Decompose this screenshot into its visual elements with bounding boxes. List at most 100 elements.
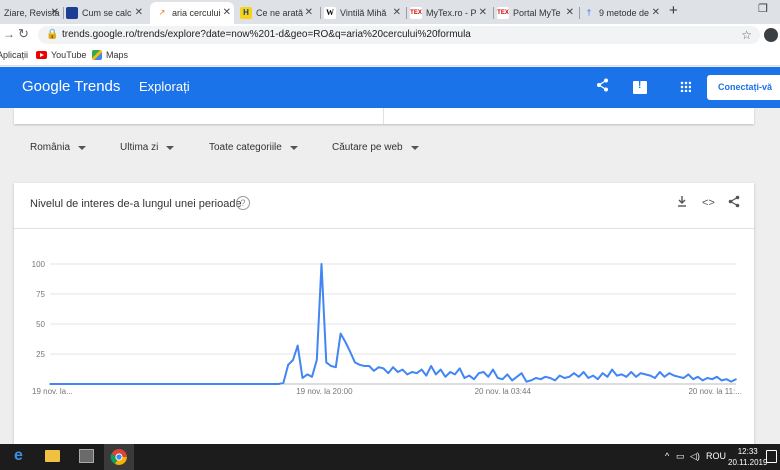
embed-icon[interactable]: <> xyxy=(702,197,715,209)
language-indicator[interactable]: ROU xyxy=(706,451,726,461)
forward-icon[interactable]: → xyxy=(3,27,15,41)
address-bar[interactable]: 🔒 trends.google.ro/trends/explore?date=n… xyxy=(38,26,760,44)
wikipedia-icon: W xyxy=(324,7,336,19)
data-point xyxy=(144,383,147,385)
share-icon[interactable] xyxy=(596,78,609,95)
data-point xyxy=(382,367,385,370)
share-icon[interactable] xyxy=(728,195,740,211)
close-icon[interactable]: ✕ xyxy=(479,7,487,18)
data-point xyxy=(396,371,399,373)
data-point xyxy=(182,383,185,385)
close-icon[interactable]: ✕ xyxy=(223,7,231,18)
reload-icon[interactable]: ↻ xyxy=(18,26,29,42)
restore-window-icon[interactable]: ❐ xyxy=(758,2,768,15)
data-point xyxy=(497,377,499,379)
tab[interactable]: H Ce ne arată ✕ xyxy=(240,2,316,24)
data-point xyxy=(630,371,632,373)
network-icon[interactable]: ▭ xyxy=(676,451,685,462)
tab[interactable]: TEX MyTex.ro - P ✕ xyxy=(410,2,490,24)
data-point xyxy=(444,376,447,378)
download-icon[interactable] xyxy=(676,195,688,210)
data-point xyxy=(492,368,494,371)
google-trends-logo[interactable]: Google Trends xyxy=(22,78,120,95)
data-point xyxy=(611,368,613,371)
data-point xyxy=(268,383,270,385)
close-icon[interactable]: ✕ xyxy=(135,7,143,18)
sign-in-button[interactable]: Conectați-vă xyxy=(707,75,780,100)
data-point xyxy=(220,383,223,385)
data-point xyxy=(258,383,261,385)
bookmark-youtube[interactable]: YouTube xyxy=(36,50,86,60)
data-point xyxy=(192,383,194,385)
bookmark-apps[interactable]: Aplicații xyxy=(0,50,28,60)
close-icon[interactable]: ✕ xyxy=(305,7,313,18)
tab-strip: Ziare, Revista ✕ Cum se calc ✕ ↗ aria ce… xyxy=(0,0,780,24)
data-point xyxy=(735,378,737,380)
data-point xyxy=(725,378,728,380)
data-point xyxy=(111,383,113,385)
data-point xyxy=(306,373,309,376)
data-point xyxy=(154,383,156,385)
maps-icon xyxy=(92,50,102,60)
data-point xyxy=(354,361,356,364)
data-point xyxy=(230,383,232,385)
dropdown-arrow-icon xyxy=(410,145,419,150)
data-point xyxy=(516,376,518,378)
close-icon[interactable]: ✕ xyxy=(51,7,59,18)
tab[interactable]: TEX Portal MyTe ✕ xyxy=(497,2,577,24)
close-icon[interactable]: ✕ xyxy=(566,7,574,18)
data-point xyxy=(658,371,661,373)
data-point xyxy=(120,383,123,385)
avatar[interactable] xyxy=(764,28,778,42)
data-point xyxy=(701,379,704,382)
tab[interactable]: W Vintilă Mihă ✕ xyxy=(324,2,404,24)
data-point xyxy=(639,372,642,374)
bookmark-label: Maps xyxy=(106,50,129,60)
bookmark-maps[interactable]: Maps xyxy=(92,50,128,60)
volume-icon[interactable]: ◁) xyxy=(690,451,700,462)
new-tab-button[interactable]: + xyxy=(669,2,678,19)
data-point xyxy=(558,374,561,377)
site-icon xyxy=(66,7,78,19)
url-text[interactable]: trends.google.ro/trends/explore?date=now… xyxy=(62,29,471,40)
star-icon[interactable]: ☆ xyxy=(741,28,752,42)
data-point xyxy=(678,376,680,378)
data-point xyxy=(339,332,342,335)
app-icon[interactable] xyxy=(79,449,94,463)
data-point xyxy=(625,376,628,378)
data-point xyxy=(468,374,471,377)
data-point xyxy=(263,383,266,385)
data-point xyxy=(163,383,166,385)
data-point xyxy=(673,374,675,377)
chevron-up-icon[interactable]: ^ xyxy=(665,451,669,461)
data-point xyxy=(577,376,580,378)
data-point xyxy=(692,378,694,380)
feedback-icon[interactable] xyxy=(633,80,647,94)
filter-category[interactable]: Toate categoriile xyxy=(209,142,298,153)
data-point xyxy=(477,372,480,374)
bookmark-label: YouTube xyxy=(51,50,87,60)
filter-search-type[interactable]: Căutare pe web xyxy=(332,142,419,153)
chrome-taskbar-button[interactable] xyxy=(104,444,134,470)
apps-grid-icon[interactable] xyxy=(680,81,691,92)
filter-time[interactable]: Ultima zi xyxy=(120,142,175,153)
edge-icon[interactable]: e xyxy=(14,447,23,465)
help-icon[interactable]: ? xyxy=(236,196,250,210)
close-icon[interactable]: ✕ xyxy=(652,7,660,18)
clock-date: 20.11.2019 xyxy=(728,458,768,467)
tab[interactable]: Ziare, Revista ✕ xyxy=(0,2,62,24)
y-tick-label: 25 xyxy=(36,350,45,359)
notifications-icon[interactable] xyxy=(766,450,777,463)
system-clock[interactable]: 12:33 20.11.2019 xyxy=(728,446,767,468)
bookmark-label: Aplicații xyxy=(0,50,29,60)
tab[interactable]: ↗ aria cercului ✕ xyxy=(150,2,234,24)
data-point xyxy=(373,370,375,372)
tab[interactable]: Cum se calc ✕ xyxy=(66,2,146,24)
tab[interactable]: † 9 metode de ✕ xyxy=(583,2,663,24)
filter-region[interactable]: România xyxy=(30,142,87,153)
dropdown-arrow-icon xyxy=(78,145,87,150)
file-explorer-icon[interactable] xyxy=(45,450,60,462)
interest-line-chart[interactable]: 100 75 50 25 19 nov. la... 19 nov. la 20:00 20… xyxy=(14,229,754,445)
filter-label: Ultima zi xyxy=(120,142,159,153)
close-icon[interactable]: ✕ xyxy=(393,7,401,18)
